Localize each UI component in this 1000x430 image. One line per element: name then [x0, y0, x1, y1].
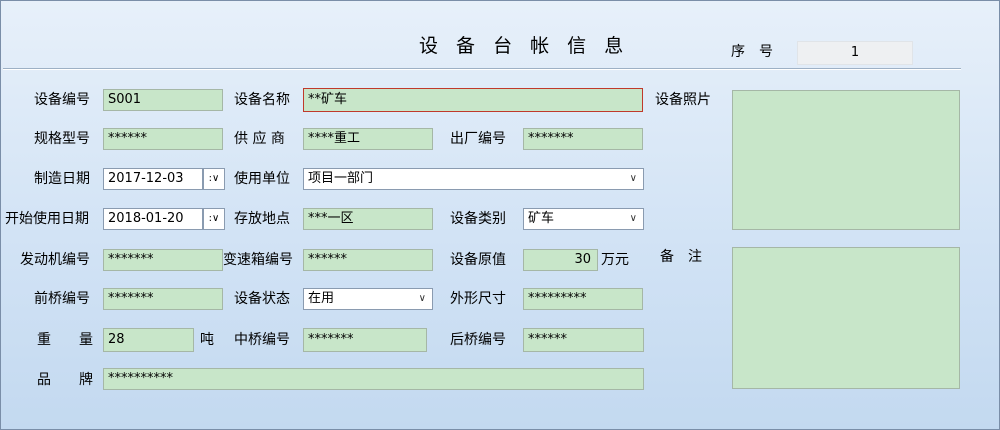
start-date-label: 开始使用日期: [5, 211, 89, 227]
status-select[interactable]: 在用 ∨: [303, 288, 433, 310]
brand-label: 品 牌: [37, 372, 93, 388]
date-picker-icon[interactable]: :∨: [203, 168, 225, 190]
seq-value: 1: [797, 41, 913, 65]
category-value: 矿车: [528, 211, 555, 226]
use-unit-label: 使用单位: [234, 171, 290, 187]
remark-textarea[interactable]: [732, 247, 960, 389]
status-value: 在用: [308, 291, 335, 306]
mfg-date-input[interactable]: 2017-12-03: [103, 168, 203, 190]
factory-no-field[interactable]: *******: [523, 128, 643, 150]
weight-field[interactable]: 28: [103, 328, 194, 352]
dimensions-label: 外形尺寸: [450, 291, 506, 307]
page-title: 设 备 台 帐 信 息: [419, 35, 630, 57]
device-name-label: 设备名称: [234, 92, 290, 108]
use-unit-value: 项目一部门: [308, 171, 374, 186]
brand-field[interactable]: **********: [103, 368, 644, 390]
location-field[interactable]: ***一区: [303, 208, 433, 230]
photo-label: 设备照片: [655, 92, 711, 108]
spec-model-field[interactable]: ******: [103, 128, 223, 150]
seq-label: 序 号: [731, 44, 773, 60]
orig-value-field[interactable]: 30: [523, 249, 598, 271]
remark-label: 备 注: [660, 249, 702, 265]
device-no-field[interactable]: S001: [103, 89, 223, 111]
engine-no-field[interactable]: *******: [103, 249, 223, 271]
weight-label: 重 量: [37, 332, 93, 348]
use-unit-select[interactable]: 项目一部门 ∨: [303, 168, 644, 190]
rear-axle-label: 后桥编号: [450, 332, 506, 348]
device-photo-box[interactable]: [732, 90, 960, 230]
status-label: 设备状态: [234, 291, 290, 307]
front-axle-label: 前桥编号: [34, 291, 90, 307]
front-axle-field[interactable]: *******: [103, 288, 223, 310]
dimensions-field[interactable]: *********: [523, 288, 643, 310]
orig-value-label: 设备原值: [450, 252, 506, 268]
supplier-label: 供 应 商: [234, 131, 285, 147]
chevron-down-icon[interactable]: ∨: [419, 289, 426, 309]
mfg-date-label: 制造日期: [34, 171, 90, 187]
gearbox-no-label: 变速箱编号: [223, 252, 293, 268]
factory-no-label: 出厂编号: [450, 131, 506, 147]
weight-unit-label: 吨: [200, 332, 214, 348]
spec-model-label: 规格型号: [34, 131, 90, 147]
rear-axle-field[interactable]: ******: [523, 328, 644, 352]
chevron-down-icon[interactable]: ∨: [630, 169, 637, 189]
gearbox-no-field[interactable]: ******: [303, 249, 433, 271]
mid-axle-label: 中桥编号: [234, 332, 290, 348]
device-no-label: 设备编号: [34, 92, 90, 108]
equipment-ledger-window: 设 备 台 帐 信 息 序 号 1 设备编号 S001 设备名称 **矿车 设备…: [0, 0, 1000, 430]
start-date-input[interactable]: 2018-01-20: [103, 208, 203, 230]
value-unit-label: 万元: [601, 252, 629, 268]
engine-no-label: 发动机编号: [20, 252, 90, 268]
date-picker-icon[interactable]: :∨: [203, 208, 225, 230]
device-name-field[interactable]: **矿车: [303, 88, 643, 112]
location-label: 存放地点: [234, 211, 290, 227]
mid-axle-field[interactable]: *******: [303, 328, 427, 352]
chevron-down-icon[interactable]: ∨: [630, 209, 637, 229]
title-separator: [3, 68, 961, 70]
category-label: 设备类别: [450, 211, 506, 227]
supplier-field[interactable]: ****重工: [303, 128, 433, 150]
category-select[interactable]: 矿车 ∨: [523, 208, 644, 230]
